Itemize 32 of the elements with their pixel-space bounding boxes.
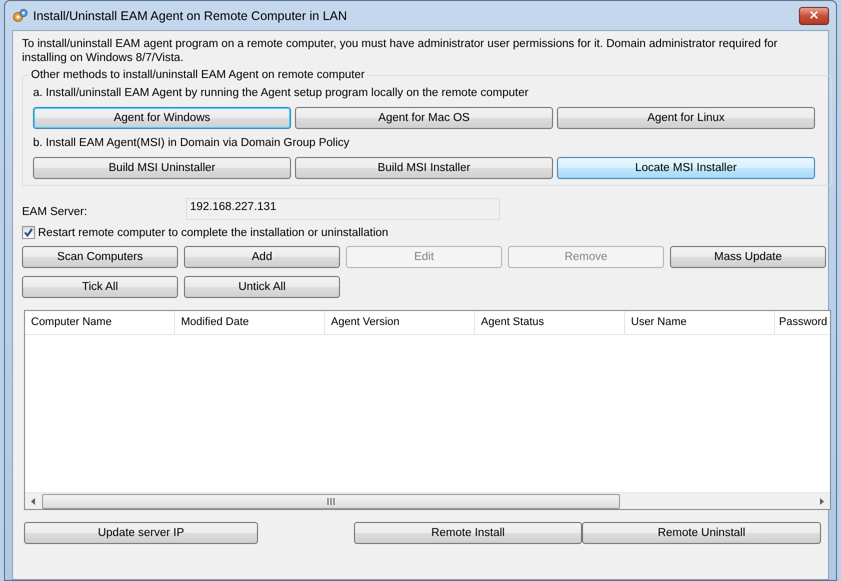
button[interactable]: Tick All	[22, 276, 178, 298]
column-header[interactable]: Password	[775, 311, 830, 334]
button[interactable]: Remote Uninstall	[582, 522, 821, 544]
button[interactable]: Update server IP	[24, 522, 258, 544]
button[interactable]: Build MSI Installer	[295, 157, 553, 179]
column-header[interactable]: User Name	[625, 311, 775, 334]
restart-checkbox[interactable]	[22, 226, 35, 239]
server-field[interactable]: 192.168.227.131	[186, 198, 500, 220]
section-caption: b. Install EAM Agent(MSI) in Domain via Domain Group Policy	[33, 137, 350, 149]
group-legend: Other methods to install/uninstall EAM Agent on remote computer	[29, 69, 367, 81]
restart-label: Restart remote computer to complete the installation or uninstallation	[38, 226, 388, 238]
column-header[interactable]: Agent Version	[325, 311, 475, 334]
server-label: EAM Server:	[22, 204, 88, 218]
button[interactable]: Agent for Windows	[33, 107, 291, 129]
button[interactable]: Remote Install	[354, 522, 582, 544]
button[interactable]: Build MSI Uninstaller	[33, 157, 291, 179]
section-caption: a. Install/uninstall EAM Agent by running the Agent setup program locally on the remote computer	[33, 87, 530, 99]
intro-text: To install/uninstall EAM agent program on a remote computer, you must have administrator user permissions for it. Domain administrator required for installing on Windows 8/7/Vista.	[22, 37, 778, 65]
button[interactable]: Agent for Linux	[557, 107, 815, 129]
window-title: Install/Uninstall EAM Agent on Remote Computer in LAN	[33, 8, 348, 22]
button[interactable]: Untick All	[184, 276, 340, 298]
column-header[interactable]: Computer Name	[25, 311, 175, 334]
gears-icon	[12, 8, 28, 24]
button[interactable]: Locate MSI Installer	[557, 157, 815, 179]
button[interactable]: Scan Computers	[22, 246, 178, 268]
close-button[interactable]: ×	[799, 6, 829, 24]
button[interactable]: Agent for Mac OS	[295, 107, 553, 129]
button[interactable]: Add	[184, 246, 340, 268]
column-header[interactable]: Modified Date	[175, 311, 325, 334]
scroll-thumb[interactable]	[42, 494, 620, 508]
column-header[interactable]: Agent Status	[475, 311, 625, 334]
button[interactable]: Mass Update	[670, 246, 826, 268]
